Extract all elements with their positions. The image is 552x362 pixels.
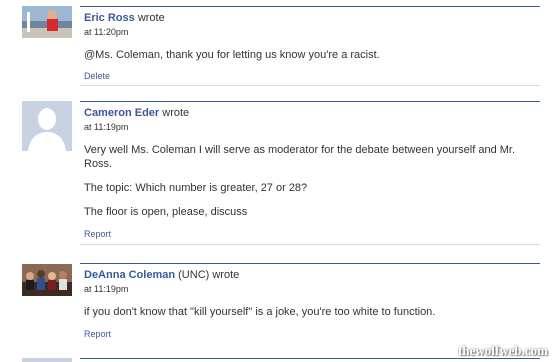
avatar-photo-icon <box>22 6 72 38</box>
post-divider <box>80 244 540 245</box>
default-silhouette-icon <box>22 101 72 151</box>
post-author-link[interactable]: DeAnna Coleman <box>84 269 175 281</box>
wall-post-deanna-coleman: DeAnna Coleman (UNC) wrote at 11:19pm if… <box>0 260 552 350</box>
report-link[interactable]: Report <box>80 229 540 239</box>
post-text: @Ms. Coleman, thank you for letting us k… <box>84 49 380 61</box>
post-text: The topic: Which number is greater, 27 o… <box>84 182 308 194</box>
avatar-cameron-eder[interactable] <box>22 101 72 151</box>
avatar-deanna-coleman[interactable] <box>22 264 72 296</box>
post-body: if you don't know that "kill yourself" i… <box>80 305 540 319</box>
post-wrote-text: wrote <box>162 107 190 119</box>
report-link[interactable]: Report <box>80 329 540 339</box>
post-author-link[interactable]: Eric Ross <box>84 12 135 24</box>
wall-post-cameron-eder: Cameron Eder wrote at 11:19pm Very well … <box>0 101 552 251</box>
post-text: if you don't know that "kill yourself" i… <box>84 306 436 318</box>
post-timestamp: at 11:20pm <box>84 27 129 37</box>
post-wrote-text: wrote <box>137 12 165 24</box>
post-author-link[interactable]: Cameron Eder <box>84 107 159 119</box>
post-network-text: (UNC) wrote <box>178 269 240 281</box>
avatar-next[interactable] <box>22 358 72 362</box>
post-timestamp: at 11:19pm <box>84 284 129 294</box>
post-divider <box>80 85 540 86</box>
post-body: @Ms. Coleman, thank you for letting us k… <box>80 48 540 62</box>
wall-post-eric-ross: Eric Ross wrote at 11:20pm @Ms. Coleman,… <box>0 0 552 90</box>
post-timestamp: at 11:19pm <box>84 122 129 132</box>
delete-link[interactable]: Delete <box>80 71 540 81</box>
post-text: Very well Ms. Coleman I will serve as mo… <box>84 144 516 170</box>
site-watermark: thewolfweb.com <box>458 343 548 358</box>
avatar-group-photo-icon <box>22 264 72 296</box>
post-body: Very well Ms. Coleman I will serve as mo… <box>80 143 540 219</box>
post-text: The floor is open, please, discuss <box>84 206 248 218</box>
avatar-eric-ross[interactable] <box>22 6 72 38</box>
